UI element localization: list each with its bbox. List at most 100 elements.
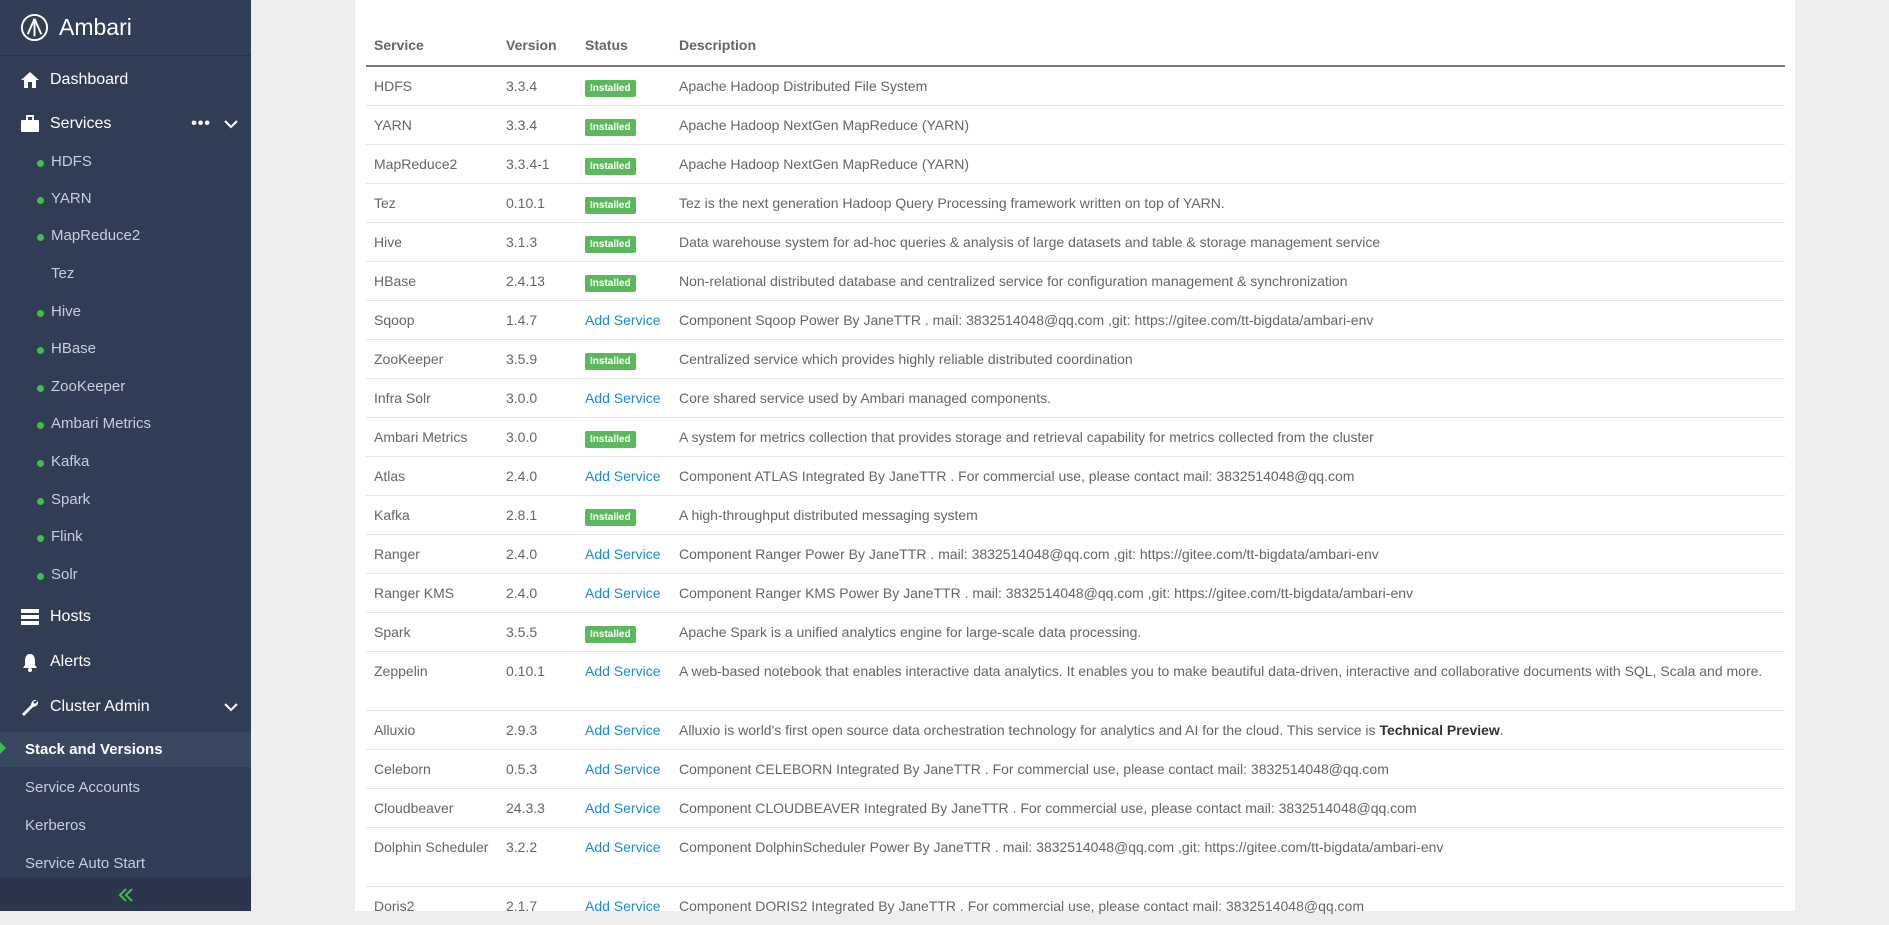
service-name: Hive: [374, 233, 403, 250]
sidebar-service-label: YARN: [51, 190, 92, 207]
service-version: 0.5.3: [506, 760, 538, 777]
cluster-admin-item[interactable]: Stack and Versions: [0, 732, 251, 767]
nav-hosts[interactable]: Hosts: [0, 607, 251, 627]
table-row: Ambari Metrics 3.0.0 Installed A system for…: [366, 416, 1785, 456]
sidebar-service-item[interactable]: ZooKeeper: [0, 378, 251, 398]
add-service-link[interactable]: Add Service: [585, 585, 660, 601]
installed-badge: Installed: [585, 235, 636, 253]
status-dot-icon: [37, 234, 44, 241]
sidebar-service-label: Kafka: [51, 453, 90, 470]
table-row: Sqoop 1.4.7 Add Service Component Sqoop Pow…: [366, 299, 1785, 339]
sidebar-service-label: MapReduce2: [51, 227, 141, 244]
service-description: Component CLOUDBEAVER Integrated By Jane…: [679, 799, 1417, 816]
brand-header: Ambari: [0, 0, 251, 56]
chevron-down-icon[interactable]: [223, 699, 239, 715]
table-row: Infra Solr 3.0.0 Add Service Core shared se…: [366, 377, 1785, 417]
main-content: Service Version Status Description HDFS 3…: [355, 0, 1795, 925]
table-row: HBase 2.4.13 Installed Non-relational distr…: [366, 260, 1785, 300]
service-description: Tez is the next generation Hadoop Query …: [679, 194, 1225, 211]
add-service-link[interactable]: Add Service: [585, 800, 660, 816]
add-service-link[interactable]: Add Service: [585, 761, 660, 777]
add-service-link[interactable]: Add Service: [585, 390, 660, 406]
sidebar-service-item[interactable]: Kafka: [0, 453, 251, 473]
sidebar-service-item[interactable]: HBase: [0, 340, 251, 360]
sidebar-service-label: HBase: [51, 340, 97, 357]
add-service-link[interactable]: Add Service: [585, 468, 660, 484]
bell-icon: [23, 654, 37, 672]
service-name: HDFS: [374, 78, 413, 94]
add-service-link[interactable]: Add Service: [585, 839, 660, 855]
service-version: 3.1.3: [506, 233, 538, 250]
service-name: Sqoop: [374, 311, 415, 328]
status-dot-icon: [37, 385, 44, 392]
status-dot-icon: [37, 422, 44, 429]
cluster-admin-item[interactable]: Service Auto Start: [0, 846, 251, 881]
add-service-link[interactable]: Add Service: [585, 898, 660, 914]
service-description: Apache Hadoop NextGen MapReduce (YARN): [679, 155, 970, 172]
table-row: YARN 3.3.4 Installed Apache Hadoop NextGen …: [366, 104, 1785, 144]
service-description: Component DolphinScheduler Power By Jane…: [679, 838, 1444, 855]
service-description: Component ATLAS Integrated By JaneTTR . …: [679, 467, 1355, 484]
table-row: Tez 0.10.1 Installed Tez is the next genera…: [366, 182, 1785, 222]
service-version: 3.3.4-1: [506, 155, 550, 172]
service-name: ZooKeeper: [374, 350, 444, 367]
chevron-down-icon[interactable]: [223, 116, 239, 132]
add-service-link[interactable]: Add Service: [585, 546, 660, 562]
service-version: 0.10.1: [506, 662, 545, 679]
service-name: YARN: [374, 116, 412, 133]
header-description: Description: [671, 0, 1785, 67]
sidebar-service-item[interactable]: HDFS: [0, 153, 251, 173]
service-name: Ranger: [374, 545, 420, 562]
service-description: Component Ranger Power By JaneTTR . mail…: [679, 545, 1379, 562]
table-row: Dolphin Scheduler 3.2.2 Add Service Compone…: [366, 826, 1785, 886]
service-name: Infra Solr: [374, 389, 431, 406]
service-version: 3.3.4: [506, 78, 538, 94]
service-description: Component CELEBORN Integrated By JaneTTR…: [679, 760, 1389, 777]
service-name: Ranger KMS: [374, 584, 455, 601]
table-header-row: Service Version Status Description: [366, 0, 1785, 67]
service-description: A high-throughput distributed messaging …: [679, 506, 978, 523]
sidebar-service-label: Spark: [51, 491, 91, 508]
sidebar-collapse-button[interactable]: [0, 878, 251, 911]
app-title[interactable]: Ambari: [59, 14, 132, 41]
sidebar-service-item[interactable]: Flink: [0, 528, 251, 548]
status-dot-icon: [37, 573, 44, 580]
nav-cluster-admin[interactable]: Cluster Admin: [0, 697, 251, 717]
status-dot-icon: [37, 310, 44, 317]
table-row: Kafka 2.8.1 Installed A high-throughput dis…: [366, 494, 1785, 534]
service-version: 2.4.0: [506, 467, 538, 484]
sidebar-service-item[interactable]: Solr: [0, 566, 251, 586]
sidebar-service-item[interactable]: Ambari Metrics: [0, 415, 251, 435]
sidebar-service-item[interactable]: Tez: [0, 265, 251, 285]
installed-badge: Installed: [585, 80, 636, 97]
service-description: Apache Spark is a unified analytics engi…: [679, 623, 1142, 640]
service-version: 2.4.13: [506, 272, 545, 289]
service-description: Centralized service which provides highl…: [679, 350, 1133, 367]
sidebar-service-label: Flink: [51, 528, 83, 545]
add-service-link[interactable]: Add Service: [585, 312, 660, 328]
sidebar-service-item[interactable]: MapReduce2: [0, 227, 251, 247]
service-description: Apache Hadoop NextGen MapReduce (YARN): [679, 116, 970, 133]
ambari-logo-icon[interactable]: [20, 13, 49, 42]
table-row: Ranger 2.4.0 Add Service Component Ranger P…: [366, 533, 1785, 573]
service-name: Alluxio: [374, 721, 416, 738]
services-more-icon[interactable]: •••: [191, 115, 211, 133]
add-service-link[interactable]: Add Service: [585, 722, 660, 738]
sidebar-service-item[interactable]: Spark: [0, 491, 251, 511]
sidebar-service-item[interactable]: Hive: [0, 303, 251, 323]
status-dot-icon: [37, 460, 44, 467]
table-row: Hive 3.1.3 Installed Data warehouse system …: [366, 221, 1785, 261]
nav-services[interactable]: Services •••: [0, 114, 251, 134]
status-dot-icon: [37, 160, 44, 167]
service-name: Atlas: [374, 467, 406, 484]
nav-dashboard[interactable]: Dashboard: [0, 70, 251, 90]
service-version: 2.9.3: [506, 721, 538, 738]
cluster-admin-item[interactable]: Service Accounts: [0, 770, 251, 805]
add-service-link[interactable]: Add Service: [585, 663, 660, 679]
table-row: Ranger KMS 2.4.0 Add Service Component Rang…: [366, 572, 1785, 612]
installed-badge: Installed: [585, 352, 636, 370]
nav-alerts[interactable]: Alerts: [0, 652, 251, 672]
cluster-admin-item[interactable]: Kerberos: [0, 808, 251, 843]
sidebar-service-item[interactable]: YARN: [0, 190, 251, 210]
table-row: Doris2 2.1.7 Add Service Component DORIS2 I…: [366, 885, 1785, 925]
